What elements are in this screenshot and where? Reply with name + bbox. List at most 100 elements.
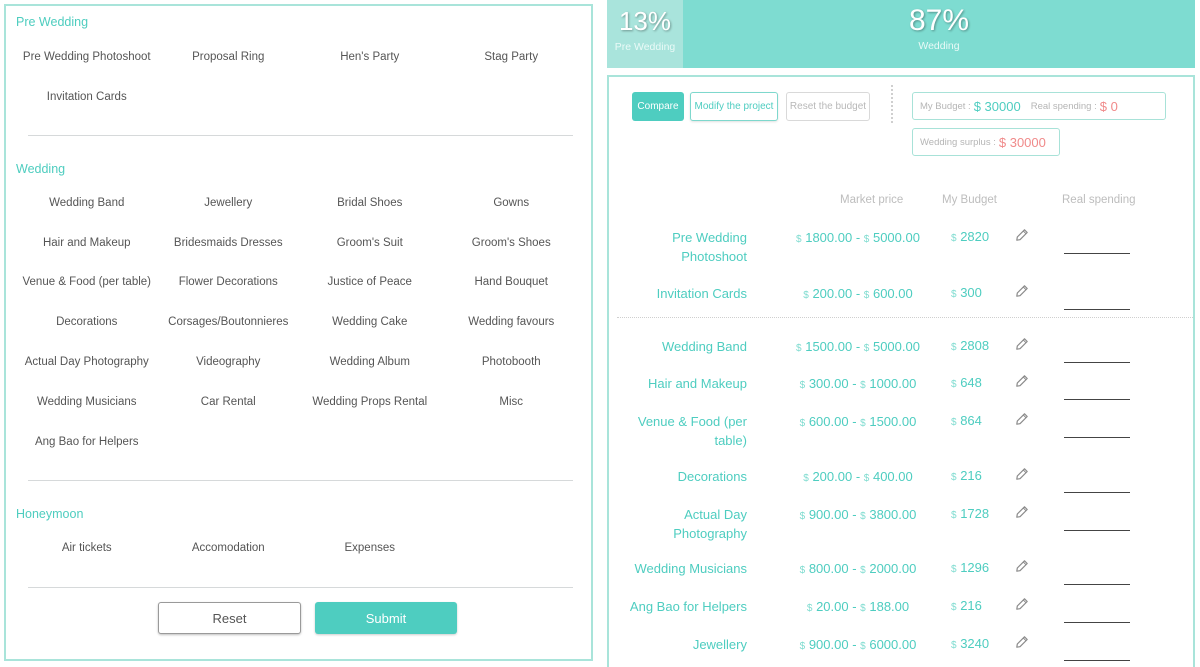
real-spending-input[interactable] bbox=[1064, 517, 1130, 531]
row-my-budget: $ 216 bbox=[951, 468, 982, 483]
row-item-name: Hair and Makeup bbox=[648, 376, 747, 391]
row-item-name: Decorations bbox=[677, 469, 747, 484]
row-item-name: Wedding Band bbox=[661, 339, 747, 354]
category-item[interactable]: Hand Bouquet bbox=[441, 263, 583, 303]
category-item[interactable]: Venue & Food (per table) bbox=[16, 263, 158, 303]
row-market-price: $ 1800.00 - $ 5000.00 bbox=[796, 230, 920, 245]
pencil-edit-icon[interactable] bbox=[1015, 635, 1031, 651]
category-item[interactable]: Misc bbox=[441, 382, 583, 422]
toolbar-separator bbox=[891, 85, 893, 123]
split-value-wedding: 87% bbox=[908, 4, 970, 37]
section-title-honeymoon: Honeymoon bbox=[16, 507, 84, 521]
group-divider bbox=[617, 317, 1193, 318]
modify-project-button[interactable]: Modify the project bbox=[690, 92, 778, 121]
row-my-budget: $ 648 bbox=[951, 375, 982, 390]
row-my-budget: $ 216 bbox=[951, 598, 982, 613]
category-item[interactable]: Wedding Album bbox=[299, 342, 441, 382]
real-spending-input[interactable] bbox=[1064, 479, 1130, 493]
category-item[interactable]: Groom's Suit bbox=[299, 223, 441, 263]
split-segment-pre-wedding: 13% Pre Wedding bbox=[607, 0, 683, 68]
category-item[interactable]: Invitation Cards bbox=[16, 77, 158, 117]
category-item[interactable]: Wedding Cake bbox=[299, 302, 441, 342]
row-market-price: $ 200.00 - $ 400.00 bbox=[803, 469, 913, 484]
pre-wedding-items: Pre Wedding Photoshoot Proposal Ring Hen's… bbox=[16, 37, 582, 117]
category-item[interactable]: Gowns bbox=[441, 183, 583, 223]
pencil-edit-icon[interactable] bbox=[1015, 228, 1031, 244]
pencil-edit-icon[interactable] bbox=[1015, 337, 1031, 353]
category-item[interactable]: Wedding Props Rental bbox=[299, 382, 441, 422]
section-divider bbox=[28, 135, 573, 136]
split-label-wedding: Wedding bbox=[918, 40, 960, 52]
category-item[interactable]: Wedding Musicians bbox=[16, 382, 158, 422]
pencil-edit-icon[interactable] bbox=[1015, 412, 1031, 428]
row-my-budget: $ 1296 bbox=[951, 560, 990, 575]
my-budget-label: My Budget : bbox=[920, 100, 971, 112]
category-item[interactable]: Bridal Shoes bbox=[299, 183, 441, 223]
category-item[interactable]: Jewellery bbox=[158, 183, 300, 223]
split-label-pre-wedding: Pre Wedding bbox=[614, 41, 676, 53]
category-item[interactable]: Expenses bbox=[299, 528, 441, 568]
real-spending-value: $ 0 bbox=[1099, 98, 1118, 114]
category-item[interactable]: Proposal Ring bbox=[158, 37, 300, 77]
real-spending-input[interactable] bbox=[1064, 571, 1130, 585]
category-item[interactable]: Stag Party bbox=[441, 37, 583, 77]
pencil-edit-icon[interactable] bbox=[1015, 374, 1031, 390]
row-my-budget: $ 300 bbox=[951, 285, 982, 300]
real-spending-input[interactable] bbox=[1064, 647, 1130, 661]
pencil-edit-icon[interactable] bbox=[1015, 284, 1031, 300]
real-spending-input[interactable] bbox=[1064, 296, 1130, 310]
submit-button[interactable]: Submit bbox=[315, 602, 457, 634]
row-my-budget: $ 864 bbox=[951, 413, 982, 428]
budget-summary-box: My Budget : $ 30000 Real spending : $ 0 bbox=[912, 92, 1166, 120]
category-item[interactable]: Videography bbox=[158, 342, 300, 382]
real-spending-input[interactable] bbox=[1064, 386, 1130, 400]
row-market-price: $ 200.00 - $ 600.00 bbox=[803, 286, 913, 301]
budget-panel: Compare Modify the project Reset the bud… bbox=[607, 75, 1195, 667]
row-my-budget: $ 1728 bbox=[951, 506, 990, 521]
row-my-budget: $ 2820 bbox=[951, 229, 990, 244]
compare-button[interactable]: Compare bbox=[632, 92, 684, 121]
honeymoon-items: Air tickets Accomodation Expenses bbox=[16, 528, 582, 568]
category-item[interactable]: Pre Wedding Photoshoot bbox=[16, 37, 158, 77]
real-spending-input[interactable] bbox=[1064, 349, 1130, 363]
real-spending-input[interactable] bbox=[1064, 609, 1130, 623]
row-market-price: $ 900.00 - $ 3800.00 bbox=[799, 507, 917, 522]
category-item[interactable]: Air tickets bbox=[16, 528, 158, 568]
row-item-name: Wedding Musicians bbox=[634, 561, 747, 576]
pencil-edit-icon[interactable] bbox=[1015, 559, 1031, 575]
real-spending-input[interactable] bbox=[1064, 240, 1130, 254]
category-item[interactable]: Car Rental bbox=[158, 382, 300, 422]
surplus-label: Wedding surplus : bbox=[920, 136, 996, 148]
category-item[interactable]: Wedding Band bbox=[16, 183, 158, 223]
category-item[interactable]: Flower Decorations bbox=[158, 263, 300, 303]
category-item[interactable]: Justice of Peace bbox=[299, 263, 441, 303]
reset-budget-button[interactable]: Reset the budget bbox=[786, 92, 870, 121]
surplus-summary-box: Wedding surplus : $ 30000 bbox=[912, 128, 1060, 156]
pencil-edit-icon[interactable] bbox=[1015, 505, 1031, 521]
category-item[interactable]: Photobooth bbox=[441, 342, 583, 382]
category-item[interactable]: Hen's Party bbox=[299, 37, 441, 77]
category-selector-panel: Pre Wedding Pre Wedding Photoshoot Propos… bbox=[4, 4, 593, 661]
real-spending-input[interactable] bbox=[1064, 424, 1130, 438]
pencil-edit-icon[interactable] bbox=[1015, 597, 1031, 613]
row-my-budget: $ 2808 bbox=[951, 338, 990, 353]
category-item[interactable]: Hair and Makeup bbox=[16, 223, 158, 263]
category-item[interactable]: Wedding favours bbox=[441, 302, 583, 342]
category-item[interactable]: Actual Day Photography bbox=[16, 342, 158, 382]
real-spending-label: Real spending : bbox=[1030, 100, 1097, 112]
category-item[interactable]: Bridesmaids Dresses bbox=[158, 223, 300, 263]
reset-button[interactable]: Reset bbox=[158, 602, 301, 634]
row-my-budget: $ 3240 bbox=[951, 636, 990, 651]
row-market-price: $ 900.00 - $ 6000.00 bbox=[799, 637, 917, 652]
category-item[interactable]: Groom's Shoes bbox=[441, 223, 583, 263]
section-divider bbox=[28, 480, 573, 481]
pencil-edit-icon[interactable] bbox=[1015, 467, 1031, 483]
my-budget-value: $ 30000 bbox=[973, 98, 1021, 114]
column-header-market-price: Market price bbox=[840, 194, 904, 206]
split-value-pre-wedding: 13% bbox=[618, 6, 672, 36]
category-item[interactable]: Corsages/Boutonnieres bbox=[158, 302, 300, 342]
column-header-real-spending: Real spending bbox=[1062, 194, 1136, 206]
category-item[interactable]: Decorations bbox=[16, 302, 158, 342]
category-item[interactable]: Ang Bao for Helpers bbox=[16, 422, 158, 462]
category-item[interactable]: Accomodation bbox=[158, 528, 300, 568]
